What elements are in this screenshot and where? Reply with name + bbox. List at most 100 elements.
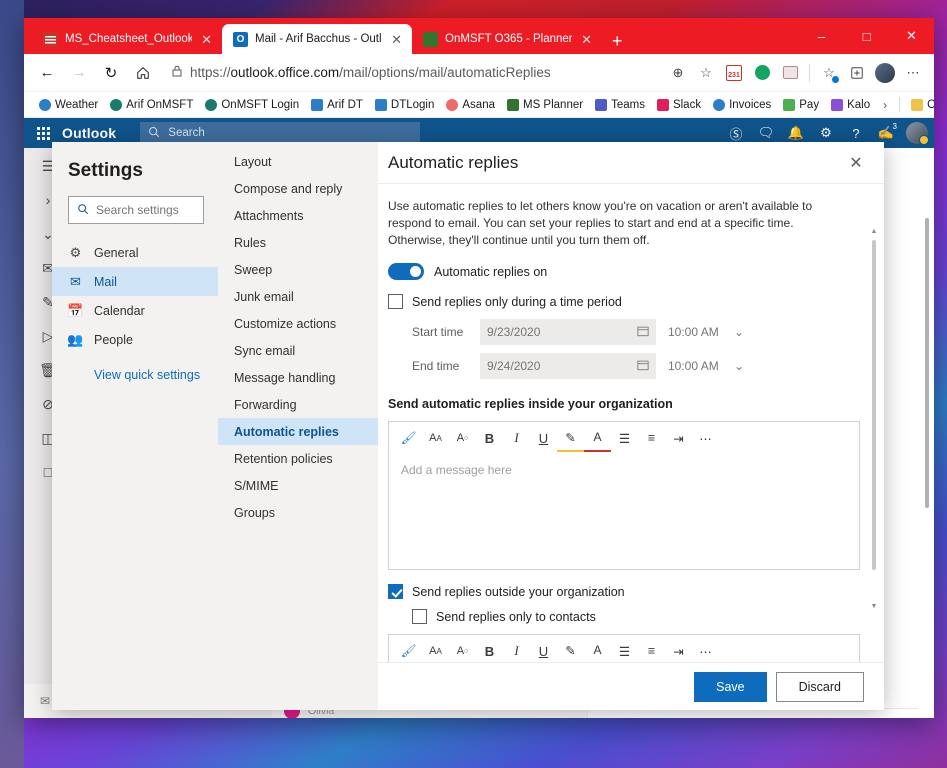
start-date-input[interactable]: 9/23/2020 [480,319,656,345]
font-size-icon[interactable]: AA [422,638,449,663]
scrollbar-thumb[interactable] [872,240,876,570]
subnav-item-layout[interactable]: Layout [218,148,378,175]
app-launcher-icon[interactable] [24,127,62,140]
close-icon[interactable]: ✕ [579,33,594,46]
subnav-item-message-handling[interactable]: Message handling [218,364,378,391]
bulleted-list-icon[interactable]: ≡ [638,638,665,663]
sidebar-item-calendar[interactable]: 📅 Calendar [52,296,218,325]
bulleted-list-icon[interactable]: ≡ [638,425,665,452]
bookmark-invoices[interactable]: Invoices [708,97,776,113]
format-painter-icon[interactable]: 🖌 [395,638,422,663]
bold-icon[interactable]: B [476,638,503,663]
bold-icon[interactable]: B [476,425,503,452]
calendar-icon[interactable] [637,359,649,374]
calendar-extension-icon[interactable]: 231 [721,60,747,86]
bookmark-kalo[interactable]: Kalo [826,97,875,113]
minimize-button[interactable]: – [799,20,844,52]
bookmark-dtlogin[interactable]: DTLogin [370,97,439,113]
outer-scrollbar-thumb[interactable] [925,218,929,508]
bookmark-teams[interactable]: Teams [590,97,650,113]
save-button[interactable]: Save [694,672,767,702]
picture-extension-icon[interactable] [777,60,803,86]
more-options-icon[interactable]: ⋯ [692,638,719,663]
more-options-icon[interactable]: ⋯ [692,425,719,452]
bookmark-onmsft-login[interactable]: OnMSFT Login [200,97,304,113]
close-icon[interactable]: ✕ [199,33,214,46]
align-icon[interactable]: ☰ [611,638,638,663]
profile-avatar[interactable] [872,60,898,86]
subnav-item-attachments[interactable]: Attachments [218,202,378,229]
font-style-icon[interactable]: A○ [449,638,476,663]
view-quick-settings-link[interactable]: View quick settings [52,354,218,382]
subnav-item-customize-actions[interactable]: Customize actions [218,310,378,337]
outer-scrollbar[interactable] [922,188,932,714]
add-to-collections-icon[interactable]: ⊕ [665,60,691,86]
subnav-item-automatic-replies[interactable]: Automatic replies [218,418,378,445]
contacts-only-checkbox[interactable] [412,609,427,624]
subnav-item-smime[interactable]: S/MIME [218,472,378,499]
highlight-icon[interactable]: ✎ [557,638,584,663]
new-tab-button[interactable]: + [602,32,633,54]
font-style-icon[interactable]: A○ [449,425,476,452]
start-time-select[interactable]: 10:00 AM ⌄ [656,325,752,339]
home-icon[interactable] [128,58,158,88]
discard-button[interactable]: Discard [776,672,864,702]
sidebar-item-mail[interactable]: ✉ Mail [52,267,218,296]
font-size-icon[interactable]: AA [422,425,449,452]
search-settings-input[interactable]: Search settings [68,196,204,224]
bookmark-asana[interactable]: Asana [441,97,500,113]
close-icon[interactable]: ✕ [389,33,404,46]
underline-icon[interactable]: U [530,425,557,452]
favorite-star-icon[interactable]: ☆ [693,60,719,86]
avatar[interactable] [906,122,928,144]
bookmark-arif-dt[interactable]: Arif DT [306,97,368,113]
back-icon[interactable]: ← [32,58,62,88]
italic-icon[interactable]: I [503,638,530,663]
subnav-item-junk-email[interactable]: Junk email [218,283,378,310]
other-favorites-folder[interactable]: Other favorites [906,97,934,113]
outside-org-checkbox[interactable] [388,584,403,599]
favorites-hub-icon[interactable]: ☆ [816,60,842,86]
bookmark-slack[interactable]: Slack [652,97,706,113]
browser-tab-1[interactable]: MS_Cheatsheet_OutlookMailOnl ✕ [32,24,222,54]
end-date-input[interactable]: 9/24/2020 [480,353,656,379]
time-period-checkbox[interactable] [388,294,403,309]
highlight-icon[interactable]: ✎ [557,425,584,452]
browser-tab-2[interactable]: Mail - Arif Bacchus - Outlook ✕ [222,24,412,54]
refresh-icon[interactable]: ↻ [96,58,126,88]
italic-icon[interactable]: I [503,425,530,452]
close-window-button[interactable]: ✕ [889,20,934,52]
subnav-item-forwarding[interactable]: Forwarding [218,391,378,418]
format-painter-icon[interactable]: 🖌 [395,425,422,452]
search-input[interactable]: Search [140,122,420,144]
sidebar-item-people[interactable]: 👥 People [52,325,218,354]
browser-tab-3[interactable]: OnMSFT O365 - Planner ✕ [412,24,602,54]
align-icon[interactable]: ☰ [611,425,638,452]
subnav-item-sync-email[interactable]: Sync email [218,337,378,364]
indent-icon[interactable]: ⇥ [665,425,692,452]
close-icon[interactable]: ✕ [844,151,868,175]
scroll-down-arrow-icon[interactable]: ▼ [870,603,878,610]
maximize-button[interactable]: □ [844,20,889,52]
indent-icon[interactable]: ⇥ [665,638,692,663]
sidebar-item-general[interactable]: ⚙ General [52,238,218,267]
subnav-item-retention-policies[interactable]: Retention policies [218,445,378,472]
underline-icon[interactable]: U [530,638,557,663]
forward-icon[interactable]: → [64,58,94,88]
font-color-icon[interactable]: A [584,638,611,663]
subnav-item-rules[interactable]: Rules [218,229,378,256]
bookmarks-overflow-chevron-icon[interactable]: › [877,98,893,112]
subnav-item-compose-and-reply[interactable]: Compose and reply [218,175,378,202]
subnav-item-groups[interactable]: Groups [218,499,378,526]
bookmark-arif-onmsft[interactable]: Arif OnMSFT [105,97,198,113]
url-input[interactable]: https://outlook.office.com/mail/options/… [166,59,657,87]
bookmark-weather[interactable]: Weather [34,97,103,113]
automatic-replies-toggle[interactable] [388,263,424,280]
more-settings-icon[interactable]: ⋯ [900,60,926,86]
scroll-up-arrow-icon[interactable]: ▲ [870,228,878,235]
collections-icon[interactable] [844,60,870,86]
end-time-select[interactable]: 10:00 AM ⌄ [656,359,752,373]
bookmark-ms-planner[interactable]: MS Planner [502,97,588,113]
bookmark-pay[interactable]: Pay [778,97,824,113]
mail-icon[interactable]: ✉ [40,694,50,708]
